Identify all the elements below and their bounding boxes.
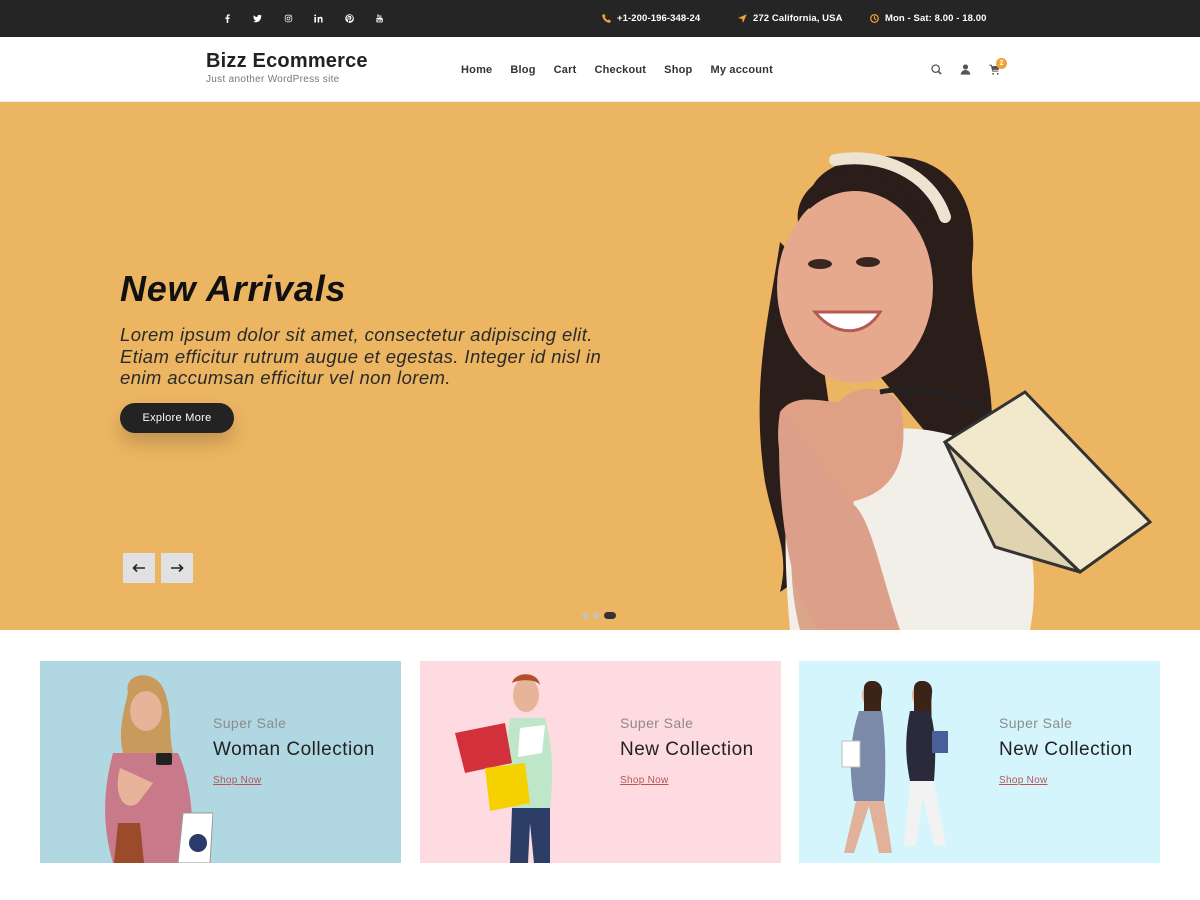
promo-title: New Collection [999,739,1133,760]
location-arrow-icon [738,14,747,23]
phone-text[interactable]: +1-200-196-348-24 [617,13,700,24]
brand: Bizz Ecommerce Just another WordPress si… [206,50,368,85]
explore-more-button[interactable]: Explore More [120,403,234,433]
slider-dot[interactable] [593,612,600,619]
site-header: Bizz Ecommerce Just another WordPress si… [0,37,1200,102]
promo-text: Super Sale New Collection Shop Now [999,715,1133,788]
instagram-icon[interactable] [273,0,304,37]
slider-prev-button[interactable] [123,553,155,583]
promo-title: Woman Collection [213,739,375,760]
user-icon [960,64,971,75]
arrow-left-icon [132,563,145,573]
promo-card-new-collection[interactable]: Super Sale New Collection Shop Now [420,661,781,863]
site-tagline: Just another WordPress site [206,74,340,85]
nav-shop[interactable]: Shop [655,64,701,76]
twitter-icon[interactable] [243,0,274,37]
top-bar: +1-200-196-348-24 272 California, USA Mo… [0,0,1200,37]
nav-my-account[interactable]: My account [701,64,782,76]
nav-checkout[interactable]: Checkout [585,64,655,76]
hours-info: Mon - Sat: 8.00 - 18.00 [870,0,987,37]
hours-text: Mon - Sat: 8.00 - 18.00 [885,13,987,24]
nav-blog[interactable]: Blog [501,64,544,76]
address-info: 272 California, USA [738,0,843,37]
arrow-right-icon [171,563,184,573]
promo-card-woman[interactable]: Super Sale Woman Collection Shop Now [40,661,401,863]
phone-icon [602,14,611,23]
hero-title: New Arrivals [120,268,347,309]
woman-with-phone-image [105,675,213,863]
nav-cart[interactable]: Cart [545,64,586,76]
promo-card-new-collection-2[interactable]: Super Sale New Collection Shop Now [799,661,1160,863]
slider-dot[interactable] [582,612,589,619]
two-women-walking-image [841,681,948,853]
woman-with-bags-image [455,674,553,863]
hero-slider: New Arrivals Lorem ipsum dolor sit amet,… [0,102,1200,630]
hero-woman-image [759,152,1153,630]
youtube-icon[interactable] [365,0,396,37]
nav-home[interactable]: Home [452,64,501,76]
promo-text: Super Sale New Collection Shop Now [620,715,754,788]
pinterest-icon[interactable] [334,0,365,37]
search-icon [931,64,942,75]
promo-pre-title: Super Sale [213,715,287,731]
cart-count-badge: 2 [996,57,1007,69]
shop-now-link[interactable]: Shop Now [999,775,1048,786]
hero-text: Lorem ipsum dolor sit amet, consectetur … [120,324,602,388]
main-nav: Home Blog Cart Checkout Shop My account [452,37,782,102]
account-button[interactable] [951,55,980,85]
promo-pre-title: Super Sale [999,715,1073,731]
shop-now-link[interactable]: Shop Now [213,775,262,786]
promo-title: New Collection [620,739,754,760]
site-title[interactable]: Bizz Ecommerce [206,50,368,73]
promo-text: Super Sale Woman Collection Shop Now [213,715,375,788]
linkedin-icon[interactable] [304,0,335,37]
phone-info: +1-200-196-348-24 [602,0,700,37]
slider-dots [582,612,616,619]
slider-next-button[interactable] [161,553,193,583]
shop-now-link[interactable]: Shop Now [620,775,669,786]
header-actions: 2 [922,37,1009,102]
cart-button[interactable]: 2 [980,55,1009,85]
promo-pre-title: Super Sale [620,715,694,731]
social-links [212,0,395,37]
address-text: 272 California, USA [753,13,843,24]
search-button[interactable] [922,55,951,85]
clock-icon [870,14,879,23]
facebook-icon[interactable] [212,0,243,37]
slider-dot-active[interactable] [604,612,616,619]
